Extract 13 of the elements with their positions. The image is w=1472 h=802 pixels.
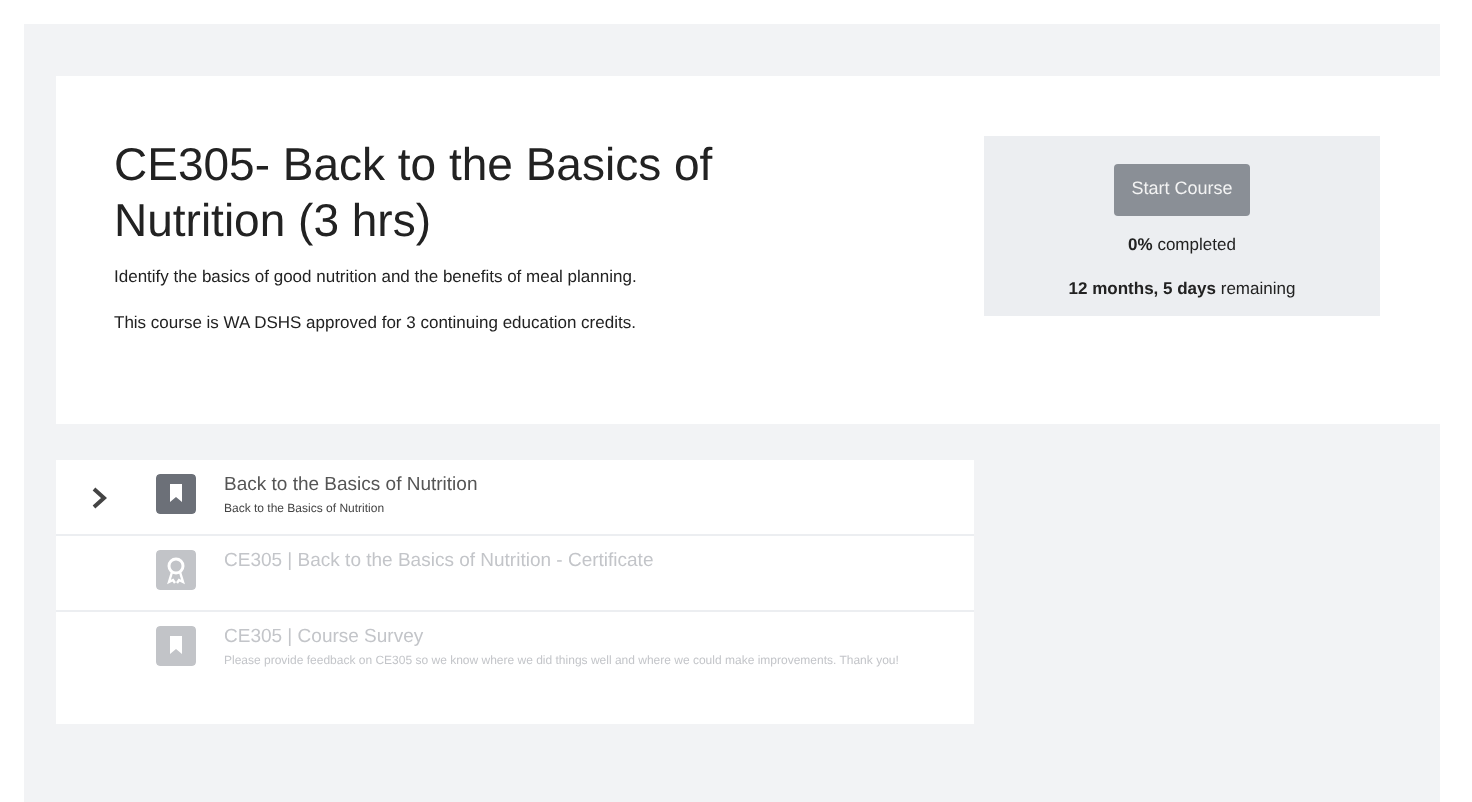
lesson-title: Back to the Basics of Nutrition <box>224 474 478 498</box>
lesson-title: CE305 | Back to the Basics of Nutrition - Certificate <box>224 550 654 574</box>
start-course-button[interactable]: Start Course <box>1113 164 1251 215</box>
course-description: Identify the basics of good nutrition and the benefits of meal planning. <box>114 264 639 290</box>
time-remaining-text: 12 months, 5 days remaining <box>1066 276 1298 302</box>
bookmark-icon <box>156 474 196 514</box>
completion-text: 0% completed <box>1126 231 1238 257</box>
approval-note: This course is WA DSHS approved for 3 continuing education credits. <box>114 309 638 335</box>
bookmark-icon <box>156 626 196 666</box>
lesson-title: CE305 | Course Survey <box>224 626 426 650</box>
course-title: CE305- Back to the Basics of Nutrition (3 hrs) <box>114 136 715 248</box>
chevron-right-icon[interactable] <box>88 486 112 510</box>
award-icon <box>156 550 196 590</box>
